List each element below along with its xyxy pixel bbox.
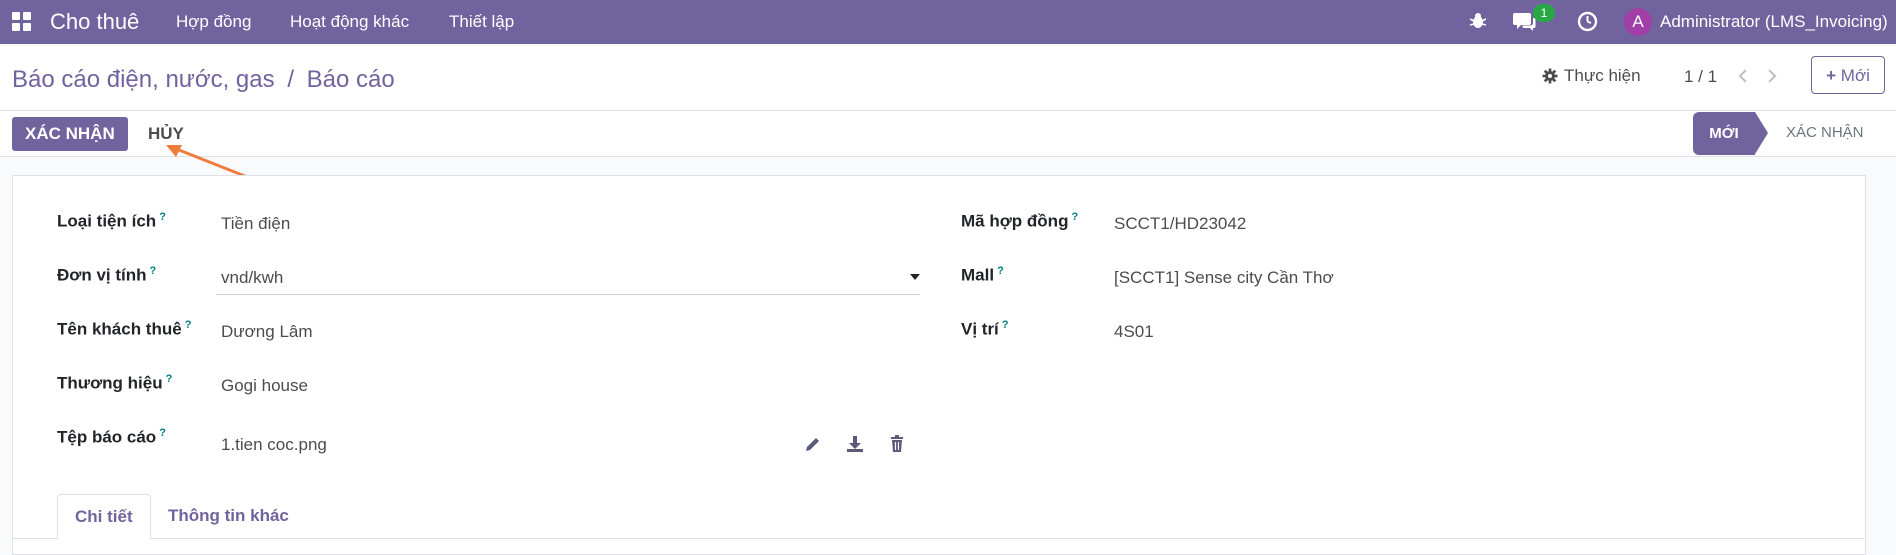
caret-down-icon <box>910 274 920 280</box>
label-tenant-name: Tên khách thuê? <box>57 319 192 339</box>
action-label: Thực hiện <box>1564 66 1641 85</box>
bug-icon[interactable] <box>1468 11 1488 31</box>
stage-confirmed[interactable]: XÁC NHẬN <box>1786 124 1864 141</box>
user-avatar[interactable]: A <box>1624 8 1652 36</box>
tab-divider <box>12 538 1866 539</box>
status-bar: XÁC NHẬN HỦY MỚI XÁC NHẬN <box>0 111 1896 157</box>
help-icon[interactable]: ? <box>150 265 157 277</box>
menu-thiet-lap[interactable]: Thiết lập <box>449 12 514 32</box>
breadcrumb-separator: / <box>287 66 294 93</box>
new-record-label: Mới <box>1840 66 1870 85</box>
clock-icon[interactable] <box>1577 11 1598 32</box>
help-icon[interactable]: ? <box>1071 211 1078 223</box>
label-contract-code: Mã hợp đồng? <box>961 211 1079 231</box>
help-icon[interactable]: ? <box>1002 319 1009 331</box>
help-icon[interactable]: ? <box>159 427 166 439</box>
help-icon[interactable]: ? <box>166 373 173 385</box>
value-contract-code[interactable]: SCCT1/HD23042 <box>1114 214 1246 234</box>
value-tenant-name[interactable]: Dương Lâm <box>221 322 313 342</box>
label-report-file: Tệp báo cáo? <box>57 427 166 447</box>
label-brand: Thương hiệu? <box>57 373 173 393</box>
chevron-left-icon[interactable] <box>1737 68 1749 84</box>
tab-details[interactable]: Chi tiết <box>57 494 151 540</box>
control-panel: Báo cáo điện, nước, gas / Báo cáo Thực h… <box>0 46 1896 111</box>
pager-value[interactable]: 1 / 1 <box>1684 67 1717 87</box>
help-icon[interactable]: ? <box>185 319 192 331</box>
value-mall[interactable]: [SCCT1] Sense city Cần Thơ <box>1114 268 1334 288</box>
top-navbar: Cho thuê Hợp đồng Hoạt động khác Thiết l… <box>0 0 1896 44</box>
menu-hoat-dong-khac[interactable]: Hoạt động khác <box>290 12 409 32</box>
unit-select-value: vnd/kwh <box>221 268 284 287</box>
plus-icon: + <box>1826 66 1837 85</box>
breadcrumb: Báo cáo điện, nước, gas / Báo cáo <box>12 66 395 94</box>
value-location[interactable]: 4S01 <box>1114 322 1154 342</box>
unit-select[interactable]: vnd/kwh <box>216 258 920 295</box>
confirm-button[interactable]: XÁC NHẬN <box>12 117 128 151</box>
tab-other-info[interactable]: Thông tin khác <box>151 494 306 538</box>
app-title[interactable]: Cho thuê <box>50 9 139 35</box>
user-name[interactable]: Administrator (LMS_Invoicing) <box>1660 12 1888 32</box>
stage-arrow <box>1755 112 1768 154</box>
action-button[interactable]: Thực hiện <box>1542 66 1641 86</box>
label-utility-type: Loại tiện ích? <box>57 211 166 231</box>
breadcrumb-parent[interactable]: Báo cáo điện, nước, gas <box>12 66 275 93</box>
new-record-button[interactable]: + Mới <box>1811 56 1885 94</box>
help-icon[interactable]: ? <box>997 265 1004 277</box>
pencil-icon[interactable] <box>803 434 823 454</box>
label-unit: Đơn vị tính? <box>57 265 157 285</box>
chevron-right-icon[interactable] <box>1766 68 1778 84</box>
help-icon[interactable]: ? <box>159 211 166 223</box>
menu-hop-dong[interactable]: Hợp đồng <box>176 12 251 32</box>
breadcrumb-current: Báo cáo <box>306 66 395 93</box>
apps-grid-icon[interactable] <box>12 12 32 32</box>
label-mall: Mall? <box>961 265 1004 285</box>
value-utility-type[interactable]: Tiền điện <box>221 214 290 234</box>
value-brand[interactable]: Gogi house <box>221 376 308 396</box>
chat-count-badge: 1 <box>1533 4 1555 22</box>
label-location: Vị trí? <box>961 319 1009 339</box>
gear-icon <box>1542 68 1558 84</box>
value-report-file[interactable]: 1.tien coc.png <box>221 435 327 455</box>
download-icon[interactable] <box>845 434 865 454</box>
stage-new[interactable]: MỚI <box>1693 112 1755 155</box>
trash-icon[interactable] <box>887 434 907 454</box>
